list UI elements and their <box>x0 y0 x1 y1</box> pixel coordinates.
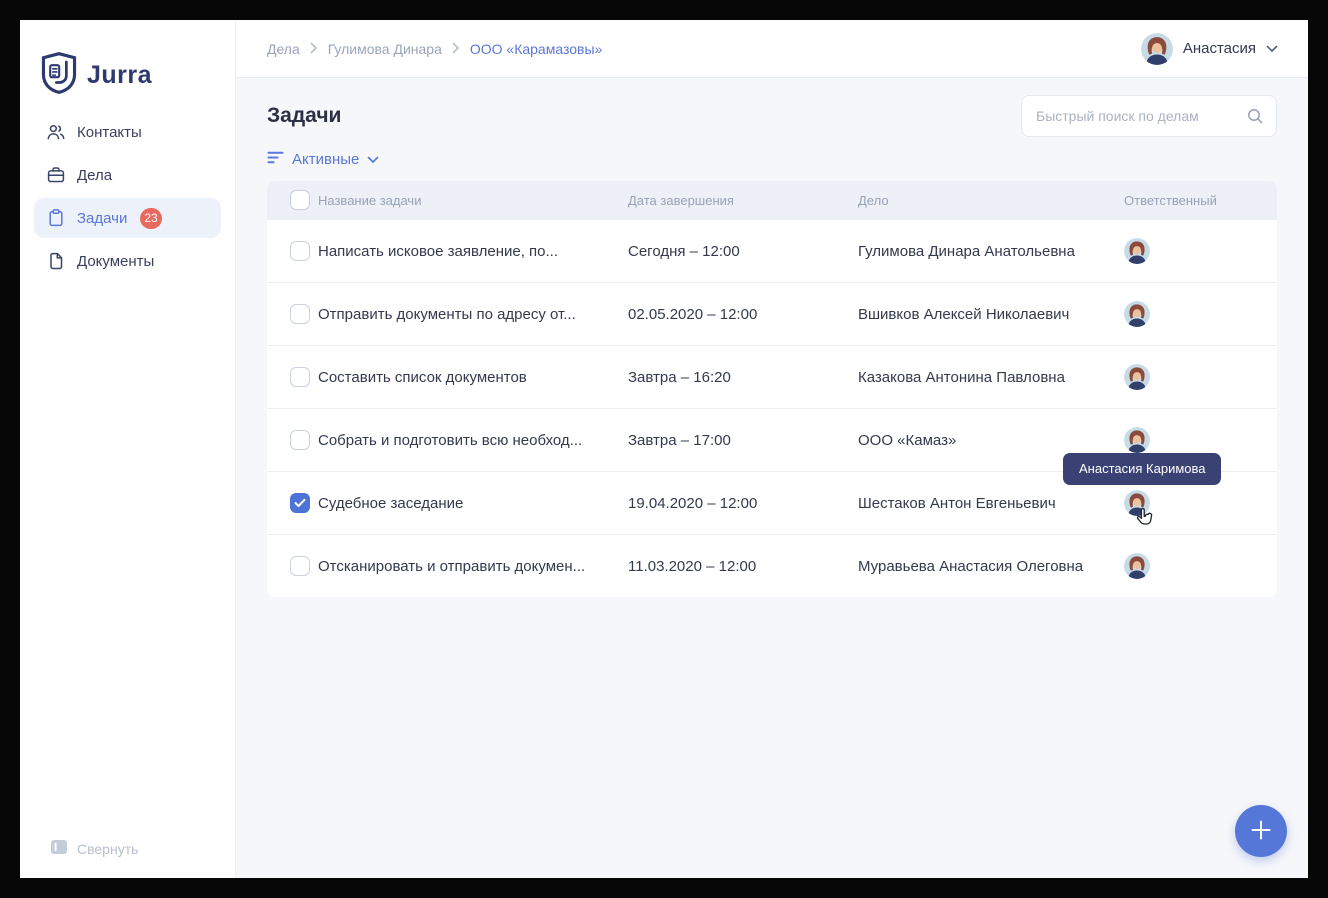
logo: Jurra <box>20 20 235 100</box>
assignee-avatar[interactable] <box>1124 238 1150 264</box>
column-header-case: Дело <box>858 192 889 208</box>
task-name: Написать исковое заявление, по... <box>318 242 559 260</box>
sidebar-item-contacts[interactable]: Контакты <box>34 112 221 152</box>
chevron-right-icon <box>452 41 460 57</box>
column-header-assignee: Ответственный <box>1124 192 1217 208</box>
sidebar-nav: Контакты Дела Задачи 23 Документы <box>20 112 235 281</box>
assignee-avatar[interactable] <box>1124 301 1150 327</box>
search-box <box>1021 95 1277 137</box>
task-name: Отправить документы по адресу от... <box>318 305 576 323</box>
sidebar-item-label: Дела <box>77 166 113 184</box>
collapse-label: Свернуть <box>77 840 139 857</box>
brand-name: Jurra <box>87 60 153 89</box>
user-menu[interactable]: Анастасия <box>1140 32 1278 65</box>
task-due-date: 11.03.2020 – 12:00 <box>628 557 757 575</box>
column-header-date: Дата завершения <box>628 192 734 208</box>
task-name: Собрать и подготовить всю необход... <box>318 431 583 449</box>
select-all-checkbox[interactable] <box>290 190 310 210</box>
sidebar-item-label: Контакты <box>77 123 142 141</box>
add-task-button[interactable] <box>1235 805 1287 857</box>
task-case: Гулимова Динара Анатольевна <box>858 242 1075 260</box>
topbar: Дела Гулимова Динара ООО «Карамазовы» Ан… <box>236 20 1308 78</box>
task-due-date: Сегодня – 12:00 <box>628 242 740 260</box>
task-case: ООО «Камаз» <box>858 431 957 449</box>
sidebar-item-label: Документы <box>77 252 155 270</box>
row-checkbox[interactable] <box>290 556 310 576</box>
breadcrumb-item[interactable]: Дела <box>267 41 300 57</box>
collapse-sidebar-button[interactable]: Свернуть <box>50 839 138 858</box>
table-row[interactable]: Отсканировать и отправить докумен... 11.… <box>267 534 1277 597</box>
tasks-count-badge: 23 <box>140 207 162 229</box>
documents-icon <box>46 251 66 271</box>
collapse-sidebar-icon <box>50 839 68 858</box>
assignee-avatar[interactable] <box>1124 490 1150 516</box>
chevron-down-icon <box>1266 40 1278 58</box>
breadcrumb: Дела Гулимова Динара ООО «Карамазовы» <box>267 41 602 57</box>
page-title: Задачи <box>267 104 342 127</box>
column-header-name: Название задачи <box>318 192 422 208</box>
task-due-date: 19.04.2020 – 12:00 <box>628 494 758 512</box>
tasks-table: Название задачи Дата завершения Дело Отв… <box>267 181 1277 597</box>
chevron-down-icon <box>367 151 379 168</box>
row-checkbox[interactable] <box>290 430 310 450</box>
task-case: Муравьева Анастасия Олеговна <box>858 557 1084 575</box>
sidebar-item-label: Задачи <box>77 209 128 227</box>
row-checkbox[interactable] <box>290 241 310 261</box>
user-name: Анастасия <box>1182 40 1256 57</box>
row-checkbox[interactable] <box>290 367 310 387</box>
sidebar-item-tasks[interactable]: Задачи 23 <box>34 198 221 238</box>
briefcase-icon <box>46 165 66 185</box>
jurra-shield-logo <box>40 51 78 99</box>
task-name: Судебное заседание <box>318 494 464 512</box>
sidebar: Jurra Контакты Дела Задачи 23 Документы … <box>20 20 236 878</box>
status-filter[interactable]: Активные <box>267 151 379 168</box>
task-due-date: Завтра – 16:20 <box>628 368 731 386</box>
chevron-right-icon <box>310 41 318 57</box>
task-case: Казакова Антонина Павловна <box>858 368 1065 386</box>
table-row[interactable]: Составить список документов Завтра – 16:… <box>267 345 1277 408</box>
contacts-icon <box>46 122 66 142</box>
breadcrumb-item-current[interactable]: ООО «Карамазовы» <box>470 41 602 57</box>
search-input[interactable] <box>1021 95 1277 137</box>
sidebar-item-documents[interactable]: Документы <box>34 241 221 281</box>
assignee-avatar[interactable] <box>1124 427 1150 453</box>
breadcrumb-item[interactable]: Гулимова Динара <box>328 41 442 57</box>
task-due-date: 02.05.2020 – 12:00 <box>628 305 758 323</box>
app-window: Jurra Контакты Дела Задачи 23 Документы … <box>20 20 1308 878</box>
sidebar-item-cases[interactable]: Дела <box>34 155 221 195</box>
assignee-tooltip: Анастасия Каримова <box>1063 453 1222 485</box>
row-checkbox[interactable] <box>290 493 310 513</box>
table-header-row: Название задачи Дата завершения Дело Отв… <box>267 181 1277 219</box>
row-checkbox[interactable] <box>290 304 310 324</box>
table-body: Написать исковое заявление, по... Сегодн… <box>267 219 1277 597</box>
plus-icon <box>1249 818 1273 845</box>
filter-icon <box>267 151 284 168</box>
table-row[interactable]: Отправить документы по адресу от... 02.0… <box>267 282 1277 345</box>
table-row[interactable]: Написать исковое заявление, по... Сегодн… <box>267 219 1277 282</box>
task-due-date: Завтра – 17:00 <box>628 431 731 449</box>
tasks-icon <box>46 208 66 228</box>
task-name: Составить список документов <box>318 368 527 386</box>
task-name: Отсканировать и отправить докумен... <box>318 557 586 575</box>
task-case: Вшивков Алексей Николаевич <box>858 305 1070 323</box>
filter-label: Активные <box>292 151 360 168</box>
task-case: Шестаков Антон Евгеньевич <box>858 494 1056 512</box>
assignee-avatar[interactable] <box>1124 364 1150 390</box>
search-icon <box>1246 107 1264 130</box>
user-avatar <box>1140 32 1173 65</box>
assignee-avatar[interactable] <box>1124 553 1150 579</box>
